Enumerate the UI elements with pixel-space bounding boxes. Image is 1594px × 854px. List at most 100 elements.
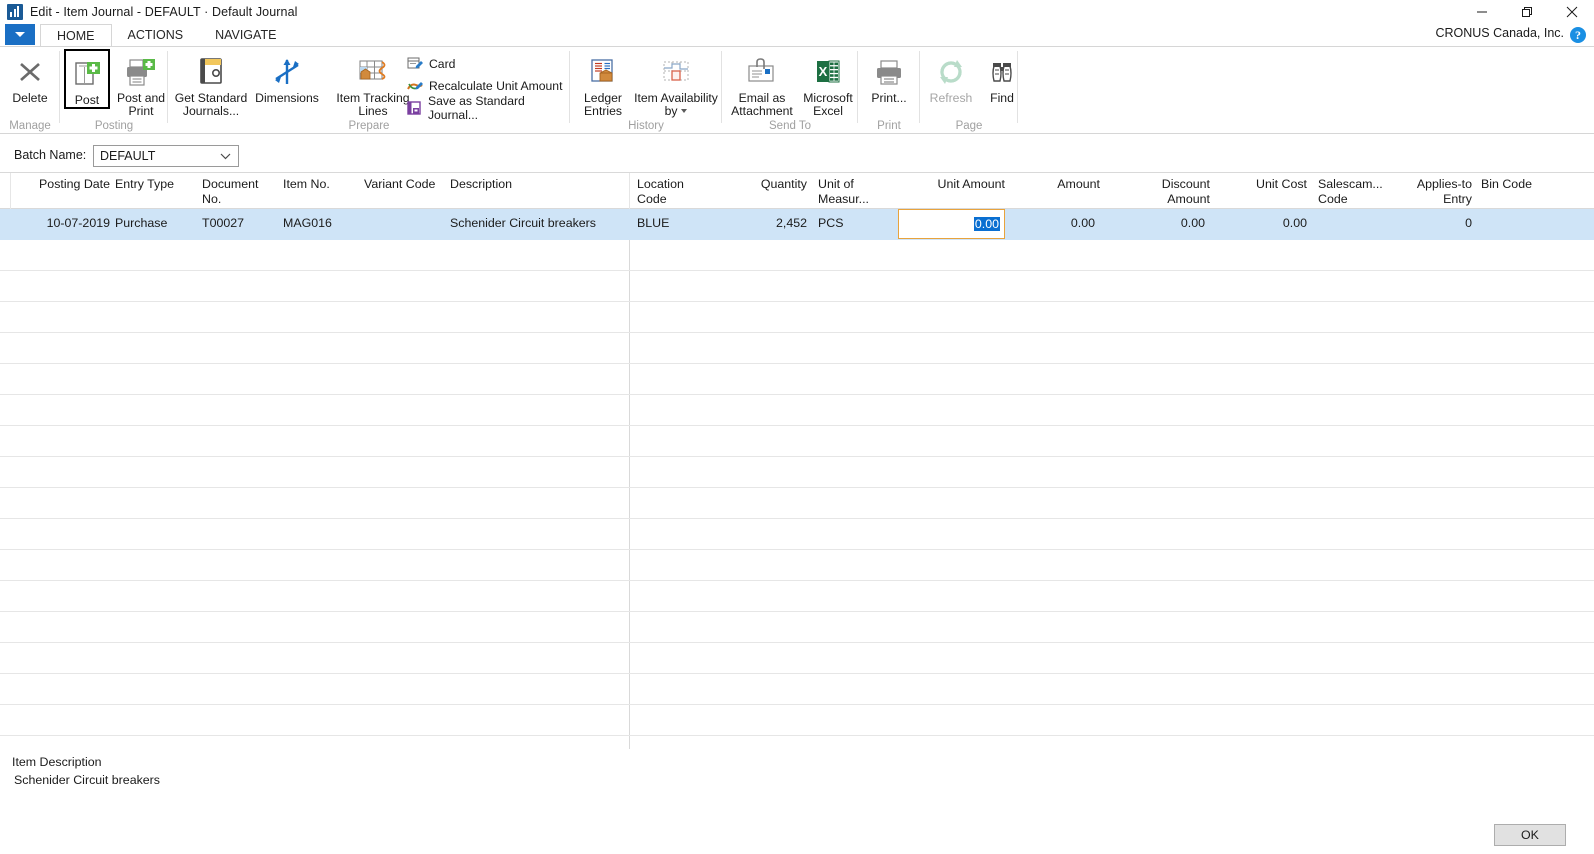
refresh-icon <box>937 55 965 89</box>
ribbon-group-prepare: Get Standard Journals... Dimensions <box>168 47 570 134</box>
column-header-item-no[interactable]: Item No. <box>283 177 353 192</box>
column-header-amount[interactable]: Amount <box>1010 177 1100 192</box>
tab-navigate[interactable]: NAVIGATE <box>199 24 292 46</box>
ribbon-group-history: Ledger Entries Item Availability by Hist… <box>570 47 722 134</box>
table-row[interactable] <box>0 457 1594 488</box>
restore-icon[interactable] <box>1504 0 1549 24</box>
table-row[interactable] <box>0 705 1594 736</box>
cell-amount[interactable]: 0.00 <box>1010 216 1095 230</box>
get-standard-journals-button[interactable]: Get Standard Journals... <box>172 49 250 118</box>
title-bar: Edit - Item Journal - DEFAULT · Default … <box>0 0 1594 24</box>
tab-actions[interactable]: ACTIONS <box>112 24 200 46</box>
cell-applies-to-entry[interactable]: 0 <box>1390 216 1472 230</box>
post-icon <box>72 57 102 91</box>
delete-button[interactable]: Delete <box>4 49 56 105</box>
table-row[interactable] <box>0 240 1594 271</box>
post-and-print-label: Post and Print <box>112 92 170 118</box>
item-availability-icon <box>661 55 691 89</box>
company-name: CRONUS Canada, Inc. <box>1435 26 1564 40</box>
cell-posting-date[interactable]: 10-07-2019 <box>20 216 110 230</box>
ledger-entries-button[interactable]: Ledger Entries <box>574 49 632 118</box>
table-row[interactable]: 10-07-2019 Purchase T00027 MAG016 Scheni… <box>0 209 1594 240</box>
ribbon-tabs: HOME ACTIONS NAVIGATE <box>40 24 292 46</box>
table-row[interactable] <box>0 612 1594 643</box>
delete-label: Delete <box>12 92 47 105</box>
batch-name-value: DEFAULT <box>100 149 220 163</box>
window-title: Edit - Item Journal - DEFAULT · Default … <box>30 5 298 19</box>
column-header-applies-to-entry[interactable]: Applies-to Entry <box>1390 177 1472 206</box>
post-button[interactable]: Post <box>64 49 110 109</box>
email-attachment-icon <box>746 55 778 89</box>
table-row[interactable] <box>0 643 1594 674</box>
row-indicator-divider <box>10 173 11 209</box>
cell-quantity[interactable]: 2,452 <box>712 216 807 230</box>
grid-body: 10-07-2019 Purchase T00027 MAG016 Scheni… <box>0 209 1594 749</box>
ribbon-tabstrip: HOME ACTIONS NAVIGATE CRONUS Canada, Inc… <box>0 24 1594 46</box>
cell-unit-cost[interactable]: 0.00 <box>1215 216 1307 230</box>
cell-item-no[interactable]: MAG016 <box>283 216 353 230</box>
column-header-unit-amount[interactable]: Unit Amount <box>900 177 1005 192</box>
card-label: Card <box>429 57 455 71</box>
microsoft-excel-label: Microsoft Excel <box>800 92 856 118</box>
card-icon <box>406 55 425 72</box>
table-row[interactable] <box>0 581 1594 612</box>
column-header-discount-amount[interactable]: Discount Amount <box>1115 177 1210 206</box>
cell-discount-amount[interactable]: 0.00 <box>1115 216 1205 230</box>
item-availability-by-button[interactable]: Item Availability by <box>632 49 720 118</box>
ribbon-group-sendto: Email as Attachment X Microsoft E <box>722 47 858 134</box>
chevron-down-icon <box>15 32 25 37</box>
table-row[interactable] <box>0 488 1594 519</box>
microsoft-excel-button[interactable]: X Microsoft Excel <box>800 49 856 118</box>
column-header-bin-code[interactable]: Bin Code <box>1481 177 1571 192</box>
table-row[interactable] <box>0 271 1594 302</box>
cell-document-no[interactable]: T00027 <box>202 216 272 230</box>
table-row[interactable] <box>0 426 1594 457</box>
ribbon-group-page: Refresh Find Page <box>920 47 1018 134</box>
cell-entry-type[interactable]: Purchase <box>115 216 195 230</box>
help-icon[interactable]: ? <box>1570 27 1586 43</box>
table-row[interactable] <box>0 519 1594 550</box>
table-row[interactable] <box>0 364 1594 395</box>
item-tracking-lines-button[interactable]: Item Tracking Lines <box>328 49 418 118</box>
batch-name-select[interactable]: DEFAULT <box>93 145 239 167</box>
close-icon[interactable] <box>1549 0 1594 24</box>
dimensions-button[interactable]: Dimensions <box>252 49 322 105</box>
table-row[interactable] <box>0 550 1594 581</box>
column-header-quantity[interactable]: Quantity <box>712 177 807 192</box>
column-header-document-no[interactable]: Document No. <box>202 177 272 206</box>
save-as-standard-journal-label: Save as Standard Journal... <box>428 94 570 122</box>
quick-access-toolbar-button[interactable] <box>5 24 35 45</box>
cell-location-code[interactable]: BLUE <box>637 216 707 230</box>
ok-button[interactable]: OK <box>1494 824 1566 846</box>
column-header-posting-date[interactable]: Posting Date <box>20 177 110 192</box>
ribbon-group-posting: Post Post and Print Posting <box>60 47 168 134</box>
column-header-location-code[interactable]: Location Code <box>637 177 717 206</box>
chevron-down-icon[interactable] <box>681 109 687 113</box>
post-and-print-button[interactable]: Post and Print <box>112 49 170 118</box>
column-header-unit-cost[interactable]: Unit Cost <box>1215 177 1307 192</box>
table-row[interactable] <box>0 674 1594 705</box>
unit-amount-value: 0.00 <box>974 217 1000 231</box>
minimize-icon[interactable] <box>1459 0 1504 24</box>
print-button[interactable]: Print... <box>862 49 916 105</box>
column-header-variant-code[interactable]: Variant Code <box>364 177 454 192</box>
save-as-standard-journal-button[interactable]: Save as Standard Journal... <box>406 97 570 118</box>
table-row[interactable] <box>0 333 1594 364</box>
item-description-value: Schenider Circuit breakers <box>14 773 160 787</box>
refresh-button[interactable]: Refresh <box>924 49 978 105</box>
tab-home[interactable]: HOME <box>40 24 112 46</box>
table-row[interactable] <box>0 302 1594 333</box>
table-row[interactable] <box>0 395 1594 426</box>
cell-description[interactable]: Schenider Circuit breakers <box>450 216 625 230</box>
column-header-unit-of-measure[interactable]: Unit of Measur... <box>818 177 898 206</box>
dimensions-label: Dimensions <box>255 92 319 105</box>
card-button[interactable]: Card <box>406 53 455 74</box>
get-standard-journals-label: Get Standard Journals... <box>172 92 250 118</box>
unit-amount-input[interactable]: 0.00 <box>898 209 1005 239</box>
email-as-attachment-button[interactable]: Email as Attachment <box>726 49 798 118</box>
column-header-description[interactable]: Description <box>450 177 610 192</box>
cell-unit-of-measure[interactable]: PCS <box>818 216 888 230</box>
refresh-label: Refresh <box>930 92 973 105</box>
column-header-entry-type[interactable]: Entry Type <box>115 177 195 192</box>
item-tracking-lines-icon <box>357 55 389 89</box>
